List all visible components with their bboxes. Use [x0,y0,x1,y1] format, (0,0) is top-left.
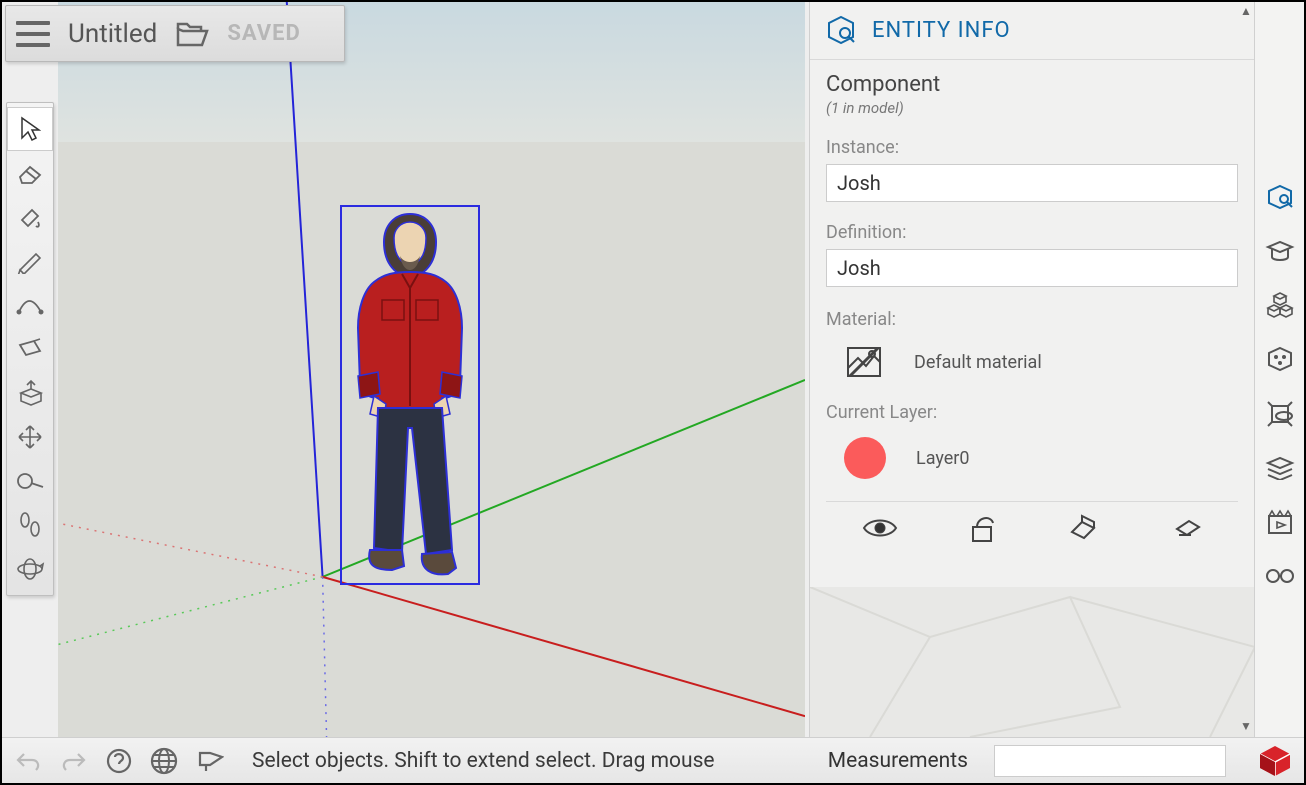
layers-tab[interactable] [1260,448,1300,488]
measurements-label: Measurements [828,749,968,773]
panel-scroll-down-icon[interactable]: ▼ [1238,719,1254,733]
panel-tabs-rail [1254,2,1304,737]
feedback-icon[interactable] [196,749,224,773]
entity-count: (1 in model) [826,99,1238,117]
arc-tool[interactable] [7,283,53,327]
app-root: Untitled SAVED ENTITY INFO Component (1 … [0,0,1306,785]
tape-measure-tool[interactable] [7,459,53,503]
default-material-icon[interactable] [844,344,884,380]
redo-icon[interactable] [60,750,88,772]
model-viewport[interactable] [58,2,805,737]
components-tab[interactable] [1260,286,1300,326]
eraser-tool[interactable] [7,151,53,195]
saved-indicator: SAVED [227,21,301,46]
materials-tab[interactable] [1260,340,1300,380]
styles-tab[interactable] [1260,394,1300,434]
undo-icon[interactable] [14,750,42,772]
panel-title: ENTITY INFO [872,18,1011,43]
walk-tool[interactable] [7,503,53,547]
shadows-cast-icon[interactable] [1171,515,1203,541]
instance-label: Instance: [826,137,1238,158]
definition-label: Definition: [826,222,1238,243]
lock-toggle-icon[interactable] [969,513,997,543]
language-icon[interactable] [150,747,178,775]
figure-josh[interactable] [344,208,476,582]
status-bar: Select objects. Shift to extend select. … [2,737,1304,783]
visibility-toggle-icon[interactable] [862,516,898,540]
instance-input[interactable] [826,164,1238,202]
paint-tool[interactable] [7,195,53,239]
entity-type: Component [826,72,1238,97]
instructor-tab[interactable] [1260,232,1300,272]
status-left [14,747,224,775]
entity-info-panel: ENTITY INFO Component (1 in model) Insta… [809,2,1254,737]
document-title: Untitled [68,19,157,49]
material-name: Default material [914,352,1042,373]
rectangle-tool[interactable] [7,327,53,371]
select-tool[interactable] [7,107,53,151]
panel-scroll-up-icon[interactable]: ▲ [1238,4,1254,18]
display-tab[interactable] [1260,556,1300,596]
entity-info-tab[interactable] [1260,178,1300,218]
measurements-input[interactable] [994,745,1226,777]
help-icon[interactable] [106,748,132,774]
status-hint: Select objects. Shift to extend select. … [252,749,715,773]
title-bar: Untitled SAVED [5,5,345,62]
layer-label: Current Layer: [826,402,1238,423]
pencil-tool[interactable] [7,239,53,283]
entity-toggles [826,501,1238,553]
open-file-icon[interactable] [175,19,209,49]
scenes-tab[interactable] [1260,502,1300,542]
orbit-tool[interactable] [7,547,53,591]
layer-color-swatch[interactable] [844,437,886,479]
sketchup-logo-icon[interactable] [1258,744,1292,778]
layer-name: Layer0 [916,448,970,469]
tool-palette [6,102,54,596]
panel-footer [810,587,1254,737]
shadows-receive-icon[interactable] [1068,514,1100,542]
menu-icon[interactable] [16,21,50,47]
entity-info-icon [824,14,858,48]
panel-body: Component (1 in model) Instance: Definit… [810,60,1254,587]
material-label: Material: [826,309,1238,330]
pushpull-tool[interactable] [7,371,53,415]
move-tool[interactable] [7,415,53,459]
panel-header: ENTITY INFO [810,2,1254,60]
definition-input[interactable] [826,249,1238,287]
